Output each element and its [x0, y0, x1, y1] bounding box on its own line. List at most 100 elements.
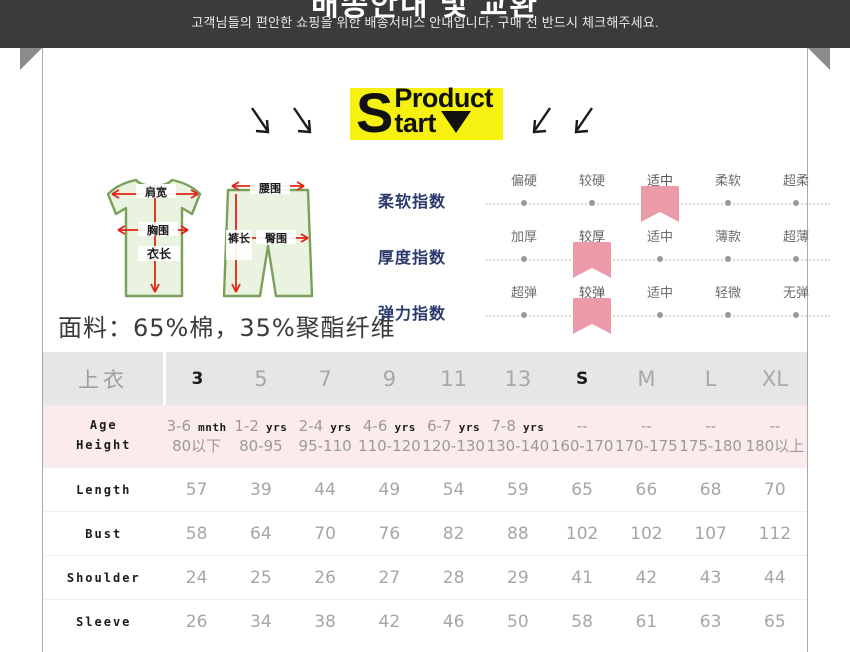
- age-value: 2-4 yrs: [298, 416, 352, 435]
- index-marker-ribbon: [573, 298, 611, 334]
- table-cell: 70: [742, 467, 807, 512]
- table-cell: 59: [485, 467, 550, 512]
- table-size-header[interactable]: 13: [485, 352, 550, 405]
- index-point[interactable]: 超弹: [493, 282, 555, 338]
- index-point-label: 柔软: [714, 173, 741, 188]
- age-value: 1-2 yrs: [234, 416, 288, 435]
- ribbon-fold-left: [20, 48, 42, 70]
- arrows-right-group: [528, 104, 596, 138]
- logo-tart-word: tart: [394, 108, 436, 139]
- label-hip: 臀围: [265, 231, 287, 245]
- index-point-label: 超柔: [782, 173, 809, 188]
- table-cell: 41: [550, 555, 615, 600]
- index-point[interactable]: 无弹: [765, 282, 827, 338]
- index-point-label: 薄款: [714, 229, 741, 244]
- table-cell: 44: [293, 467, 358, 512]
- index-point-dot: [589, 200, 595, 206]
- index-point-dot: [793, 256, 799, 262]
- index-point-label: 超弹: [510, 285, 537, 300]
- table-age-height-cell: 7-8 yrs 130-140: [485, 405, 550, 468]
- table-cell: 76: [357, 511, 422, 556]
- index-point-dot: [725, 200, 731, 206]
- index-point[interactable]: 较硬: [561, 170, 623, 226]
- index-point[interactable]: 适中: [629, 226, 691, 282]
- age-value: 7-8 yrs: [491, 416, 545, 435]
- index-marker-ribbon: [641, 186, 679, 222]
- index-point[interactable]: 加厚: [493, 226, 555, 282]
- table-cell: 42: [614, 555, 679, 600]
- index-point-label: 加厚: [510, 229, 537, 244]
- table-age-height-cell: 6-7 yrs 120-130: [421, 405, 486, 468]
- age-unit: yrs: [451, 420, 481, 434]
- table-age-height-cell: -- 170-175: [614, 405, 679, 468]
- table-row-label: Length: [43, 467, 165, 512]
- index-point[interactable]: 适中: [629, 170, 691, 226]
- label-waist: 腰围: [258, 182, 281, 195]
- table-size-header[interactable]: 7: [293, 352, 358, 405]
- age-value: 6-7 yrs: [427, 416, 481, 435]
- table-cell: 46: [421, 599, 486, 643]
- table-age-height-cell: 4-6 yrs 110-120: [357, 405, 422, 468]
- table-size-header[interactable]: 11: [421, 352, 486, 405]
- arrow-down-right-icon: [248, 104, 274, 138]
- table-cell: 44: [742, 555, 807, 600]
- table-cell: 112: [742, 511, 807, 556]
- age-value: --: [640, 416, 652, 435]
- index-scale: 偏硬 较硬 适中 柔软 超柔: [478, 170, 830, 226]
- table-size-header[interactable]: 5: [228, 352, 293, 405]
- table-row: Shoulder 24 25 26 27 28 29 41 42 43 44: [43, 555, 807, 600]
- index-point[interactable]: 薄款: [697, 226, 759, 282]
- index-point[interactable]: 轻微: [697, 282, 759, 338]
- table-size-header[interactable]: M: [614, 352, 679, 405]
- age-unit: mnth: [191, 420, 227, 434]
- table-size-header[interactable]: S: [550, 352, 615, 405]
- fabric-composition-text: 面料：65%棉，35%聚酯纤维: [58, 314, 396, 342]
- index-point[interactable]: 偏硬: [493, 170, 555, 226]
- index-marker-ribbon: [573, 242, 611, 278]
- table-cell: 27: [357, 555, 422, 600]
- table-cell: 24: [164, 555, 229, 600]
- index-point[interactable]: 超薄: [765, 226, 827, 282]
- index-point[interactable]: 柔软: [697, 170, 759, 226]
- ribbon-fold-right: [808, 48, 830, 70]
- index-point[interactable]: 较厚: [561, 226, 623, 282]
- table-header-row: 上衣 3 5 7 9 11 13 S M L XL: [43, 352, 807, 405]
- height-value: 175-180: [679, 437, 742, 455]
- index-scale: 加厚 较厚 适中 薄款 超薄: [478, 226, 830, 282]
- index-row: 柔软指数 偏硬 较硬 适中 柔软 超柔: [378, 170, 830, 226]
- table-age-height-cell: 2-4 yrs 95-110: [293, 405, 358, 468]
- index-point-label: 轻微: [714, 285, 741, 300]
- index-label: 弹力指数: [378, 306, 447, 323]
- table-cell: 58: [550, 599, 615, 643]
- table-age-height-cell: -- 180以上: [742, 405, 807, 468]
- label-bust: 胸围: [147, 223, 169, 237]
- age-label: Age: [89, 418, 118, 433]
- age-value: --: [769, 416, 781, 435]
- logo-big-s: S: [356, 81, 394, 144]
- index-point-label: 偏硬: [510, 173, 537, 188]
- index-point-dot: [725, 312, 731, 318]
- table-cell: 39: [228, 467, 293, 512]
- table-row: Length 57 39 44 49 54 59 65 66 68 70: [43, 467, 807, 512]
- table-cell: 65: [550, 467, 615, 512]
- index-point[interactable]: 适中: [629, 282, 691, 338]
- table-size-header[interactable]: 9: [357, 352, 422, 405]
- table-cell: 28: [421, 555, 486, 600]
- index-point[interactable]: 较弹: [561, 282, 623, 338]
- height-value: 110-120: [358, 437, 421, 455]
- table-row: Sleeve 26 34 38 42 46 50 58 61 63 65: [43, 599, 807, 643]
- index-point[interactable]: 超柔: [765, 170, 827, 226]
- table-cell: 26: [293, 555, 358, 600]
- age-unit: yrs: [387, 420, 416, 434]
- table-size-header[interactable]: 3: [164, 352, 229, 405]
- table-cell: 65: [742, 599, 807, 643]
- index-label: 厚度指数: [378, 250, 447, 267]
- table-cell: 26: [164, 599, 229, 643]
- arrow-down-right-icon: [290, 104, 316, 138]
- table-size-header[interactable]: XL: [742, 352, 807, 405]
- table-age-height-cell: -- 160-170: [550, 405, 615, 468]
- index-point-label: 适中: [646, 285, 673, 300]
- table-cell: 64: [228, 511, 293, 556]
- table-size-header[interactable]: L: [678, 352, 743, 405]
- triangle-down-icon: [440, 111, 471, 134]
